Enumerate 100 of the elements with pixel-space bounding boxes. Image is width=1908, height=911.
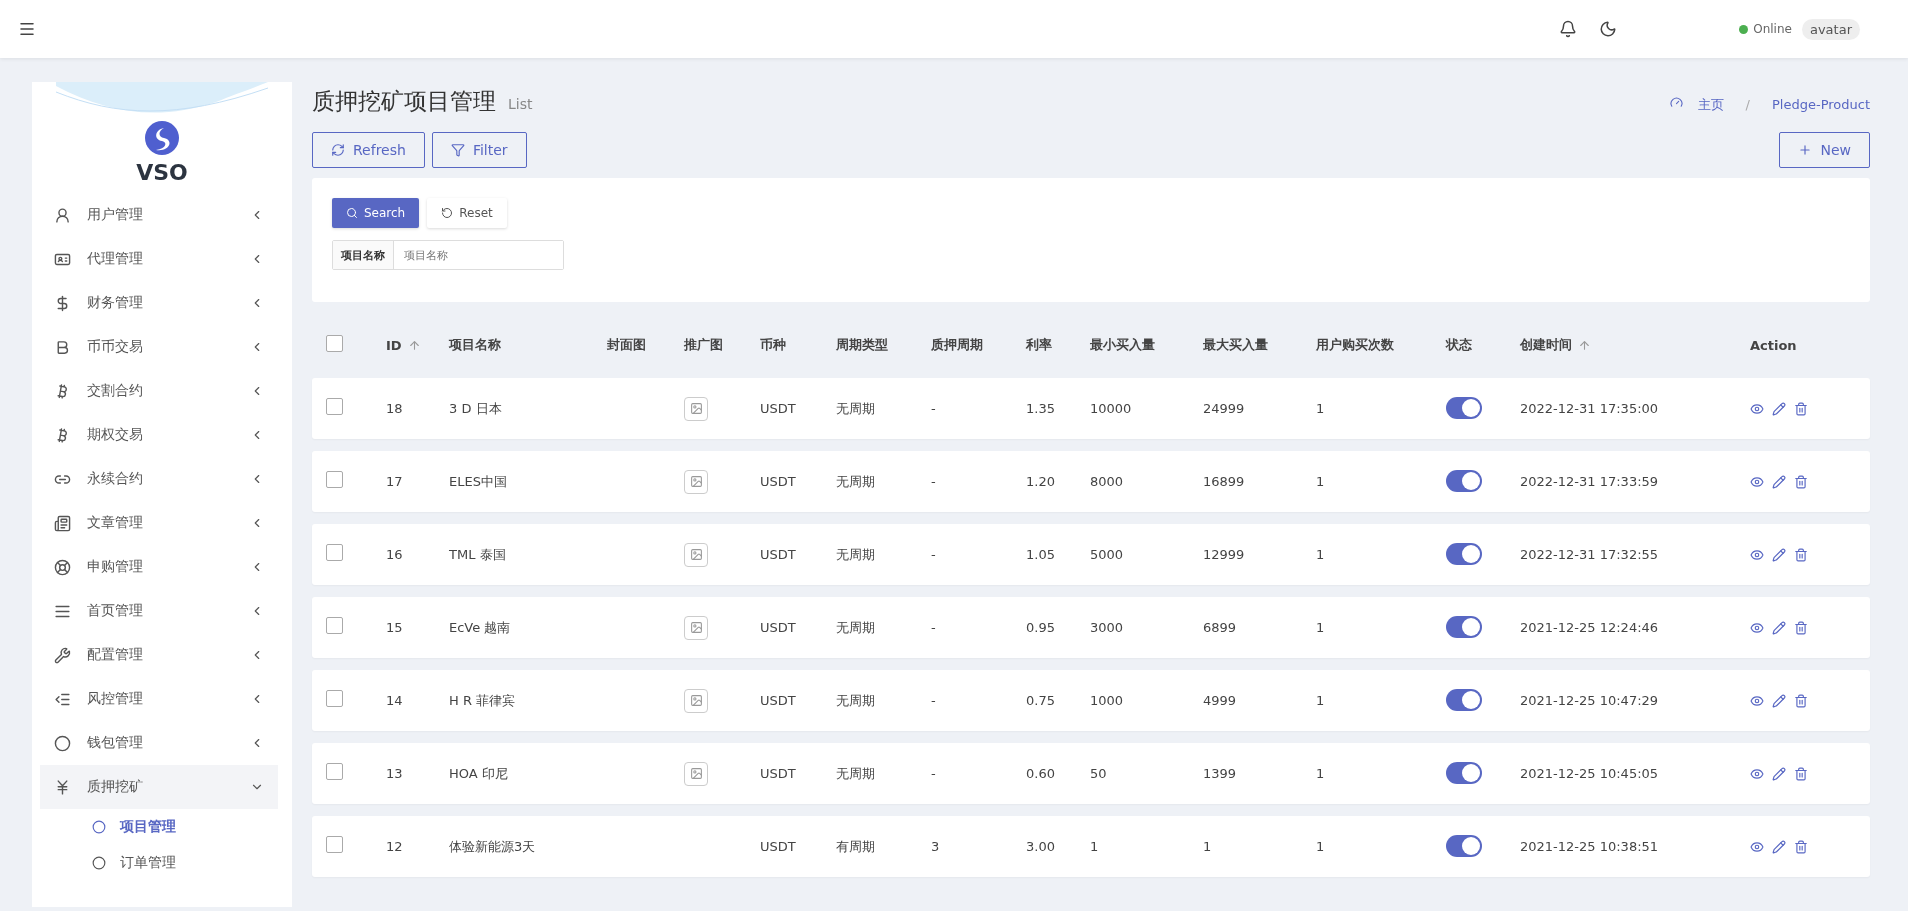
view-icon[interactable] — [1750, 766, 1764, 781]
search-icon — [346, 207, 358, 219]
reset-button[interactable]: Reset — [427, 198, 507, 228]
table-cell-text: 12 — [386, 839, 404, 854]
table-cell-text: 1 — [1203, 839, 1213, 854]
status-toggle[interactable] — [1446, 615, 1482, 638]
delete-icon[interactable] — [1794, 474, 1808, 489]
table-cell-text: 2021-12-25 10:45:05 — [1520, 766, 1660, 781]
sort-icon[interactable] — [407, 338, 421, 352]
view-icon[interactable] — [1750, 547, 1764, 562]
menu-icon[interactable] — [18, 20, 36, 38]
breadcrumb-link[interactable]: 主页 — [1697, 96, 1724, 114]
status-toggle[interactable] — [1446, 469, 1482, 492]
table-cell-text: 无周期 — [836, 399, 876, 418]
moon-icon[interactable] — [1599, 20, 1618, 38]
table-cell-text: ELES中国 — [449, 472, 508, 491]
delete-icon[interactable] — [1794, 547, 1808, 562]
sidebar-item[interactable]: 质押挖矿 — [40, 765, 278, 809]
sidebar-item[interactable]: 文章管理 — [40, 501, 278, 545]
sidebar-item[interactable]: 风控管理 — [40, 677, 278, 721]
table-cell-text: 13 — [386, 766, 404, 781]
sidebar-item[interactable]: 申购管理 — [40, 545, 278, 589]
column-header[interactable]: ID — [386, 337, 449, 353]
edit-icon[interactable] — [1772, 766, 1786, 781]
column-header: 状态 — [1446, 336, 1473, 354]
new-button[interactable]: New — [1779, 132, 1870, 168]
delete-icon[interactable] — [1794, 839, 1808, 854]
table-cell-text: 8000 — [1090, 474, 1125, 489]
sidebar-item[interactable]: 永续合约 — [40, 457, 278, 501]
view-icon[interactable] — [1750, 620, 1764, 635]
sidebar-subitem[interactable]: 订单管理 — [32, 845, 292, 881]
table-cell-text: - — [931, 401, 937, 416]
row-checkbox[interactable] — [326, 763, 343, 780]
table-cell-text: EcVe 越南 — [449, 618, 512, 637]
sidebar-label: 永续合约 — [87, 470, 144, 488]
sidebar-label: 质押挖矿 — [87, 778, 144, 796]
sidebar-item[interactable]: 配置管理 — [40, 633, 278, 677]
table-cell-text: 0.75 — [1026, 693, 1056, 708]
status-toggle[interactable] — [1446, 542, 1482, 565]
sidebar-item[interactable]: 财务管理 — [40, 281, 278, 325]
table-cell-text: 无周期 — [836, 764, 876, 783]
avatar[interactable]: avatar — [1801, 18, 1860, 40]
table-cell-text: 16899 — [1203, 474, 1246, 489]
row-checkbox[interactable] — [326, 617, 343, 634]
table-cell-text: 无周期 — [836, 691, 876, 710]
delete-icon[interactable] — [1794, 693, 1808, 708]
sidebar-item[interactable]: 代理管理 — [40, 237, 278, 281]
table-cell-text: 24999 — [1203, 401, 1246, 416]
edit-icon[interactable] — [1772, 474, 1786, 489]
sidebar-item[interactable]: 钱包管理 — [40, 721, 278, 765]
column-header: 项目名称 — [449, 336, 502, 354]
edit-icon[interactable] — [1772, 401, 1786, 416]
refresh-button[interactable]: Refresh — [312, 132, 425, 168]
edit-icon[interactable] — [1772, 620, 1786, 635]
edit-icon[interactable] — [1772, 547, 1786, 562]
view-icon[interactable] — [1750, 401, 1764, 416]
sidebar-label: 用户管理 — [87, 206, 144, 224]
sidebar-item[interactable]: 币币交易 — [40, 325, 278, 369]
sidebar-subitem[interactable]: 项目管理 — [32, 809, 292, 845]
sidebar-item[interactable]: 用户管理 — [40, 193, 278, 237]
sidebar-label: 文章管理 — [87, 514, 144, 532]
table-cell-text: - — [931, 547, 937, 562]
row-checkbox[interactable] — [326, 690, 343, 707]
select-all-checkbox[interactable] — [326, 334, 343, 352]
column-header[interactable]: 创建时间 — [1520, 336, 1750, 354]
status-toggle[interactable] — [1446, 396, 1482, 419]
search-field[interactable]: 项目名称 项目名称 — [332, 240, 564, 270]
table-cell-text: USDT — [760, 620, 797, 635]
view-icon[interactable] — [1750, 693, 1764, 708]
table-cell-text: 3 D 日本 — [449, 399, 503, 418]
bell-icon[interactable] — [1559, 20, 1578, 38]
sidebar-item[interactable]: 期权交易 — [40, 413, 278, 457]
sidebar-item[interactable]: 交割合约 — [40, 369, 278, 413]
sort-icon[interactable] — [1578, 338, 1591, 352]
table-cell-text: USDT — [760, 766, 797, 781]
table-cell-text: 1 — [1316, 693, 1326, 708]
edit-icon[interactable] — [1772, 839, 1786, 854]
delete-icon[interactable] — [1794, 766, 1808, 781]
delete-icon[interactable] — [1794, 620, 1808, 635]
table-cell-text: USDT — [760, 547, 797, 562]
column-header: Action — [1750, 337, 1798, 353]
edit-icon[interactable] — [1772, 693, 1786, 708]
circle-icon — [92, 820, 106, 834]
view-icon[interactable] — [1750, 839, 1764, 854]
breadcrumb-link[interactable]: Pledge-Product — [1772, 97, 1870, 112]
filter-button[interactable]: Filter — [431, 132, 527, 168]
table-cell-text: TML 泰国 — [449, 545, 507, 564]
row-checkbox[interactable] — [326, 471, 343, 488]
sidebar-item[interactable]: 首页管理 — [40, 589, 278, 633]
table-cell-text: 1399 — [1203, 766, 1238, 781]
row-checkbox[interactable] — [326, 398, 343, 415]
delete-icon[interactable] — [1794, 401, 1808, 416]
status-toggle[interactable] — [1446, 688, 1482, 711]
row-checkbox[interactable] — [326, 836, 343, 853]
plus-icon — [1798, 143, 1813, 157]
view-icon[interactable] — [1750, 474, 1764, 489]
row-checkbox[interactable] — [326, 544, 343, 561]
search-button[interactable]: Search — [332, 198, 420, 228]
status-toggle[interactable] — [1446, 834, 1482, 857]
status-toggle[interactable] — [1446, 761, 1482, 784]
